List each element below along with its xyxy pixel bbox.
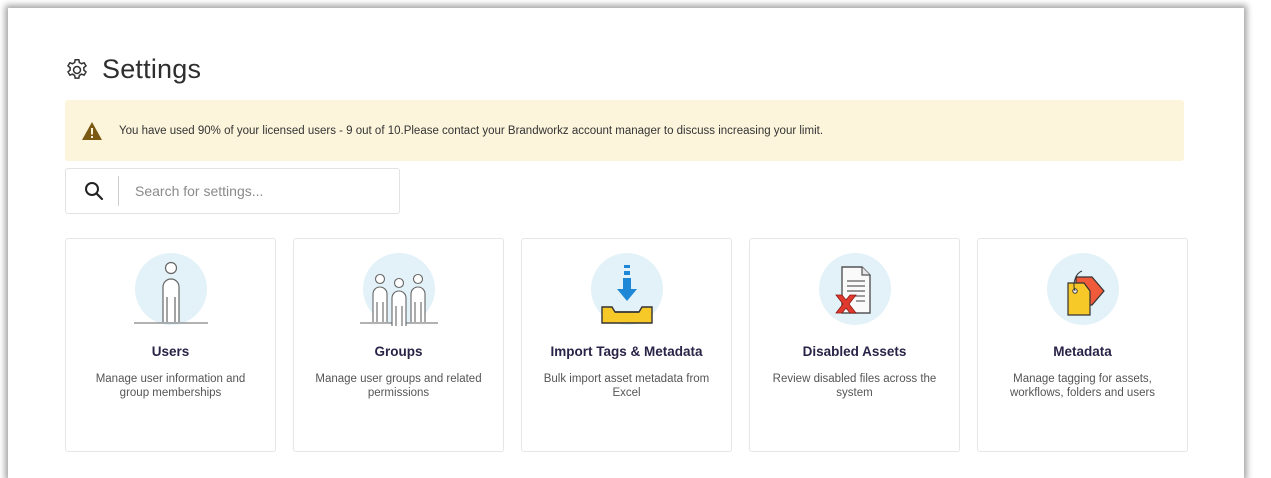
tags-icon (1047, 253, 1119, 325)
card-users[interactable]: Users Manage user information and group … (65, 238, 276, 452)
card-description: Bulk import asset metadata from Excel (543, 373, 710, 399)
import-tray-icon (591, 253, 663, 325)
card-title: Users (151, 344, 190, 359)
card-disabled-assets[interactable]: Disabled Assets Review disabled files ac… (749, 238, 960, 452)
search-icon[interactable] (84, 181, 104, 201)
warning-icon (82, 121, 102, 140)
group-icon (360, 253, 438, 326)
card-description: Manage user groups and related permissio… (315, 373, 482, 399)
card-metadata[interactable]: Metadata Manage tagging for assets, work… (977, 238, 1188, 452)
license-warning-banner: You have used 90% of your licensed users… (65, 100, 1184, 161)
settings-cards: Users Manage user information and group … (65, 238, 1188, 452)
card-import-tags-metadata[interactable]: Import Tags & Metadata Bulk import asset… (521, 238, 732, 452)
gear-icon (67, 58, 87, 79)
settings-search[interactable] (65, 168, 400, 214)
card-title: Metadata (1053, 344, 1112, 359)
search-input[interactable] (133, 182, 367, 200)
card-title: Disabled Assets (802, 344, 907, 359)
card-title: Import Tags & Metadata (550, 344, 703, 359)
user-icon (134, 253, 208, 325)
page-title: Settings (102, 54, 202, 84)
card-groups[interactable]: Groups Manage user groups and related pe… (293, 238, 504, 452)
card-title: Groups (374, 344, 423, 359)
card-description: Manage user information and group member… (95, 373, 246, 399)
settings-page: Settings You have used 90% of your licen… (8, 8, 1244, 478)
alert-message: You have used 90% of your licensed users… (119, 124, 824, 137)
page-header: Settings (64, 54, 201, 85)
search-divider (118, 176, 119, 206)
card-description: Manage tagging for assets, workflows, fo… (1009, 373, 1156, 399)
disabled-document-icon (819, 253, 891, 325)
card-description: Review disabled files across the system (772, 373, 937, 399)
